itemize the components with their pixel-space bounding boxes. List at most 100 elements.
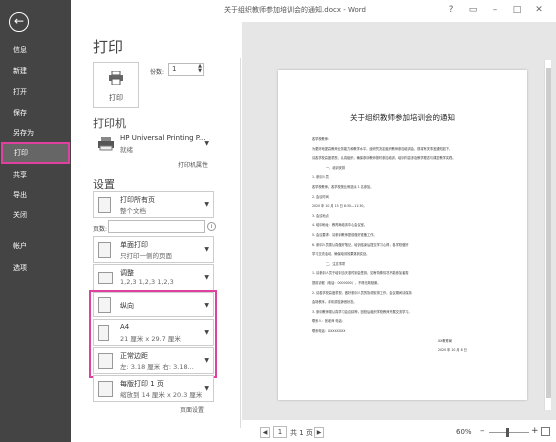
document-line: 一、培训安排 [326,165,346,170]
print-range-subtitle: 整个文档 [120,207,146,215]
document-line: XX教育局 [438,338,452,343]
printer-properties-link[interactable]: 打印机属性 [178,160,208,169]
margins-subtitle: 左: 3.18 厘米 右: 3.18... [120,363,194,371]
chevron-down-icon: ▼ [204,302,209,309]
copies-stepper[interactable]: 1 ▲ ▼ [168,63,204,76]
margins-title: 正常边距 [120,352,148,360]
paper-size-subtitle: 21 厘米 x 29.7 厘米 [120,335,181,343]
zoom-out-icon[interactable]: – [480,426,485,436]
sidebar-item-open[interactable]: 打开 [0,84,71,100]
minimize-button[interactable]: – [484,3,506,17]
margins-dropdown[interactable]: 正常边距 左: 3.18 厘米 右: 3.18... ▼ [93,347,214,374]
print-range-dropdown[interactable]: 打印所有页 整个文档 ▼ [93,191,214,218]
pages-per-sheet-dropdown[interactable]: 每版打印 1 页 缩放到 14 厘米 x 20.3 厘米 ▼ [93,375,214,402]
sidebar-item-print[interactable]: 打印 [1,142,70,164]
portrait-icon [98,297,111,313]
document-line: 为更好地提高教师业务能力和教学水平，经研究决定组织教师参加培训会，现将有关事宜通… [312,146,453,151]
chevron-down-icon: ▼ [204,357,209,364]
print-range-title: 打印所有页 [120,196,155,204]
document-line: 2. 请各学校高度重视，做好参训人员的协调安排工作，会议期间请保持 [312,290,412,295]
paper-size-dropdown[interactable]: A4 21 厘米 x 29.7 厘米 ▼ [93,319,214,346]
printer-icon [109,70,123,86]
pages-input[interactable] [108,220,205,233]
document-line: 会场秩序，手机调至静音状态。 [312,300,357,305]
settings-heading: 设置 [93,178,115,191]
one-sided-icon [98,242,111,258]
sidebar-item-new[interactable]: 新建 [0,63,71,79]
document-line: 2020 年 10 月 15 日 8:30—11:30。 [312,204,367,209]
zoom-slider-thumb[interactable] [506,428,509,437]
page-title: 打印 [93,38,124,56]
pages-label: 页数: [93,226,108,233]
document-line: 3. 参训教师需认真学习会议精神，回校后组织学校教师开展交流学习。 [312,309,412,314]
document-line: 联系电话：XXXXXXXX [312,329,346,333]
sidebar-item-info[interactable]: 信息 [0,42,71,58]
orientation-title: 纵向 [120,302,134,310]
zoom-slider[interactable] [489,432,529,433]
close-button[interactable]: ✕ [528,3,550,17]
sidebar-item-save-as[interactable]: 另存为 [0,125,71,141]
document-line: 2. 会议时间 [312,194,329,199]
scrollbar-thumb[interactable] [546,68,551,398]
document-line: 6. 参训人员需认真做好笔记，培训结束后提交学习心得，各学校做好 [312,242,409,247]
document-line: 2020 年 10 月 8 日 [438,348,467,353]
document-title: 关于组织教师参加培训会的通知 [350,113,455,122]
ribbon-display-button[interactable]: ▭ [462,3,484,17]
document-line: 各学校教师： [312,137,332,141]
page-number-input[interactable]: 1 [273,426,287,438]
preview-scrollbar[interactable] [544,60,551,410]
page-setup-link[interactable]: 页面设置 [180,405,204,414]
printer-name: HP Universal Printing P... [120,134,206,142]
preview-page: 关于组织教师参加培训会的通知 各学校教师： 为更好地提高教师业务能力和教学水平，经… [278,70,527,400]
print-button[interactable]: 打印 [93,62,139,108]
page-total-label: 共 1 页 [290,429,313,437]
sides-title: 单面打印 [120,241,148,249]
next-page-button[interactable]: ▶ [314,427,324,438]
per-sheet-subtitle: 缩放到 14 厘米 x 20.3 厘米 [120,391,203,399]
document-line: 5. 会议要求：请参训教师提前做好准备工作。 [312,233,377,237]
maximize-button[interactable]: □ [506,3,528,17]
collate-subtitle: 1,2,3 1,2,3 1,2,3 [120,278,174,286]
print-button-label: 打印 [109,94,123,102]
info-icon[interactable]: i [207,222,216,231]
chevron-down-icon: ▼ [204,329,209,336]
printer-device-icon [98,137,114,151]
sidebar-item-close[interactable]: 关闭 [0,207,71,223]
prev-page-button[interactable]: ◀ [260,427,270,438]
margins-icon [98,353,113,369]
document-line: 请各学校高度重视，认真组织，确保参训教师按时参加培训，培训内容涉及教学理念与课堂… [312,156,456,161]
sidebar-item-options[interactable]: 选项 [0,260,71,276]
back-arrow-icon[interactable]: ← [9,12,29,32]
window-controls: ? ▭ – □ ✕ [440,3,550,17]
document-line: 各学校教师。各学校按比例选派 1 名参加。 [312,185,374,189]
document-line: 提前请假（电话：0000000），不得无故缺席。 [312,281,381,285]
zoom-to-page-icon[interactable] [541,427,550,436]
chevron-down-icon: ▼ [204,274,209,281]
sidebar-item-save[interactable]: 保存 [0,105,71,121]
help-button[interactable]: ? [440,3,462,17]
divider [240,58,241,428]
sides-dropdown[interactable]: 单面打印 只打印一侧的页面 ▼ [93,236,214,263]
sides-subtitle: 只打印一侧的页面 [120,252,172,260]
collate-dropdown[interactable]: 调整 1,2,3 1,2,3 1,2,3 ▼ [93,264,214,291]
printer-dropdown[interactable]: HP Universal Printing P... 就绪 ▼ [93,130,214,158]
copies-value: 1 [172,65,177,73]
document-line: 3. 会议地点 [312,213,329,218]
spinner-arrows-icon[interactable]: ▲ ▼ [198,64,202,74]
sidebar-item-share[interactable]: 共享 [0,167,71,183]
printer-heading: 打印机 [93,117,126,130]
document-line: 学习交流活动，确保培训效果落到实处。 [312,252,370,257]
document-line: 1. 请参训人员于培训当天准时到会签到，如有特殊情况不能参加者需 [312,271,409,276]
printer-status: 就绪 [120,146,133,154]
sidebar-item-export[interactable]: 导出 [0,187,71,203]
per-sheet-title: 每版打印 1 页 [120,380,164,388]
zoom-in-icon[interactable]: + [531,426,539,436]
document-line: 联系人：张老师 电话： [312,319,345,324]
zoom-level: 60% [456,428,472,436]
paper-size-icon [98,325,109,341]
paper-size-title: A4 [120,323,130,331]
orientation-dropdown[interactable]: 纵向 ▼ [93,292,214,317]
sidebar-item-account[interactable]: 帐户 [0,238,71,254]
document-pages-icon [98,197,111,213]
document-line: 4. 培训地址：教育局培训中心会议室。 [312,223,368,228]
